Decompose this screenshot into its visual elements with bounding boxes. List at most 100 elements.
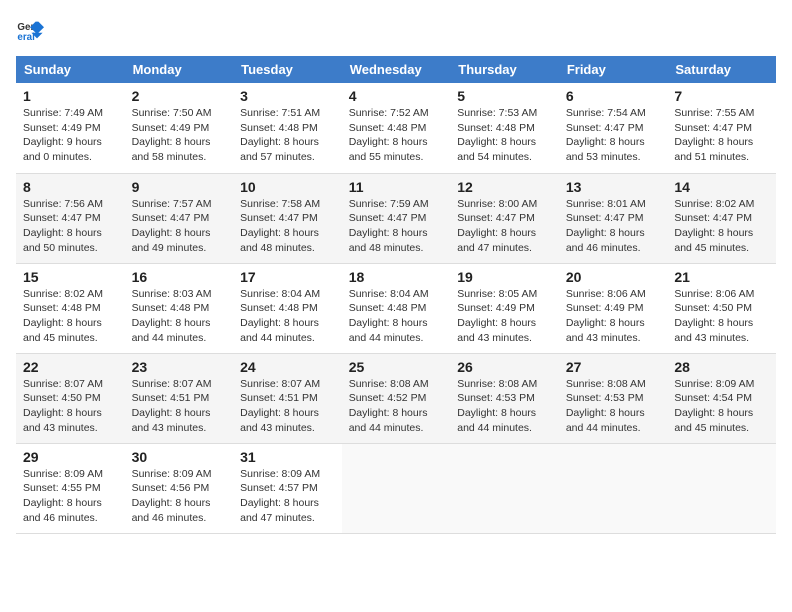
calendar-cell: 1 Sunrise: 7:49 AMSunset: 4:49 PMDaylight…: [16, 83, 125, 173]
weekday-header-friday: Friday: [559, 56, 668, 83]
weekday-header-row: SundayMondayTuesdayWednesdayThursdayFrid…: [16, 56, 776, 83]
cell-details: Sunrise: 8:07 AMSunset: 4:51 PMDaylight:…: [132, 377, 227, 436]
cell-details: Sunrise: 7:50 AMSunset: 4:49 PMDaylight:…: [132, 106, 227, 165]
cell-details: Sunrise: 8:06 AMSunset: 4:49 PMDaylight:…: [566, 287, 661, 346]
day-number: 20: [566, 269, 661, 285]
weekday-header-monday: Monday: [125, 56, 234, 83]
weekday-header-wednesday: Wednesday: [342, 56, 451, 83]
calendar-cell: [559, 443, 668, 533]
calendar-cell: 27 Sunrise: 8:08 AMSunset: 4:53 PMDayligh…: [559, 353, 668, 443]
calendar-cell: 29Sunrise: 8:09 AMSunset: 4:55 PMDayligh…: [16, 443, 125, 533]
cell-details: Sunrise: 7:52 AMSunset: 4:48 PMDaylight:…: [349, 106, 444, 165]
calendar-cell: 10 Sunrise: 7:58 AMSunset: 4:47 PMDayligh…: [233, 173, 342, 263]
day-number: 7: [674, 88, 769, 104]
day-number: 3: [240, 88, 335, 104]
calendar-week-4: 22 Sunrise: 8:07 AMSunset: 4:50 PMDayligh…: [16, 353, 776, 443]
calendar-cell: 17Sunrise: 8:04 AMSunset: 4:48 PMDayligh…: [233, 263, 342, 353]
day-number: 29: [23, 449, 118, 465]
calendar-cell: 6Sunrise: 7:54 AMSunset: 4:47 PMDaylight…: [559, 83, 668, 173]
calendar-cell: 8 Sunrise: 7:56 AMSunset: 4:47 PMDaylight…: [16, 173, 125, 263]
calendar-cell: 13Sunrise: 8:01 AMSunset: 4:47 PMDayligh…: [559, 173, 668, 263]
calendar-cell: [342, 443, 451, 533]
cell-details: Sunrise: 8:08 AMSunset: 4:53 PMDaylight:…: [457, 377, 552, 436]
calendar-week-3: 15 Sunrise: 8:02 AMSunset: 4:48 PMDayligh…: [16, 263, 776, 353]
cell-details: Sunrise: 8:02 AMSunset: 4:47 PMDaylight:…: [674, 197, 769, 256]
day-number: 23: [132, 359, 227, 375]
calendar-cell: 25 Sunrise: 8:08 AMSunset: 4:52 PMDayligh…: [342, 353, 451, 443]
day-number: 31: [240, 449, 335, 465]
cell-details: Sunrise: 7:49 AMSunset: 4:49 PMDaylight:…: [23, 106, 118, 165]
cell-details: Sunrise: 7:53 AMSunset: 4:48 PMDaylight:…: [457, 106, 552, 165]
calendar-cell: 9 Sunrise: 7:57 AMSunset: 4:47 PMDaylight…: [125, 173, 234, 263]
calendar-cell: 15 Sunrise: 8:02 AMSunset: 4:48 PMDayligh…: [16, 263, 125, 353]
day-number: 30: [132, 449, 227, 465]
calendar-cell: 22 Sunrise: 8:07 AMSunset: 4:50 PMDayligh…: [16, 353, 125, 443]
day-number: 6: [566, 88, 661, 104]
cell-details: Sunrise: 8:09 AMSunset: 4:54 PMDaylight:…: [674, 377, 769, 436]
weekday-header-saturday: Saturday: [667, 56, 776, 83]
cell-details: Sunrise: 8:01 AMSunset: 4:47 PMDaylight:…: [566, 197, 661, 256]
day-number: 9: [132, 179, 227, 195]
cell-details: Sunrise: 8:05 AMSunset: 4:49 PMDaylight:…: [457, 287, 552, 346]
day-number: 24: [240, 359, 335, 375]
cell-details: Sunrise: 7:58 AMSunset: 4:47 PMDaylight:…: [240, 197, 335, 256]
cell-details: Sunrise: 7:59 AMSunset: 4:47 PMDaylight:…: [349, 197, 444, 256]
calendar-week-5: 29Sunrise: 8:09 AMSunset: 4:55 PMDayligh…: [16, 443, 776, 533]
day-number: 19: [457, 269, 552, 285]
cell-details: Sunrise: 8:00 AMSunset: 4:47 PMDaylight:…: [457, 197, 552, 256]
calendar-cell: 16 Sunrise: 8:03 AMSunset: 4:48 PMDayligh…: [125, 263, 234, 353]
day-number: 25: [349, 359, 444, 375]
cell-details: Sunrise: 8:07 AMSunset: 4:50 PMDaylight:…: [23, 377, 118, 436]
cell-details: Sunrise: 7:57 AMSunset: 4:47 PMDaylight:…: [132, 197, 227, 256]
day-number: 1: [23, 88, 118, 104]
day-number: 18: [349, 269, 444, 285]
cell-details: Sunrise: 8:09 AMSunset: 4:57 PMDaylight:…: [240, 467, 335, 526]
day-number: 27: [566, 359, 661, 375]
day-number: 8: [23, 179, 118, 195]
calendar-cell: [667, 443, 776, 533]
calendar-cell: 7 Sunrise: 7:55 AMSunset: 4:47 PMDaylight…: [667, 83, 776, 173]
day-number: 14: [674, 179, 769, 195]
day-number: 15: [23, 269, 118, 285]
logo: Gen eral: [16, 16, 48, 44]
day-number: 11: [349, 179, 444, 195]
cell-details: Sunrise: 8:02 AMSunset: 4:48 PMDaylight:…: [23, 287, 118, 346]
calendar-cell: 30 Sunrise: 8:09 AMSunset: 4:56 PMDayligh…: [125, 443, 234, 533]
cell-details: Sunrise: 7:56 AMSunset: 4:47 PMDaylight:…: [23, 197, 118, 256]
calendar-cell: 24 Sunrise: 8:07 AMSunset: 4:51 PMDayligh…: [233, 353, 342, 443]
cell-details: Sunrise: 7:55 AMSunset: 4:47 PMDaylight:…: [674, 106, 769, 165]
page-header: Gen eral: [16, 16, 776, 44]
day-number: 5: [457, 88, 552, 104]
weekday-header-tuesday: Tuesday: [233, 56, 342, 83]
cell-details: Sunrise: 7:51 AMSunset: 4:48 PMDaylight:…: [240, 106, 335, 165]
cell-details: Sunrise: 8:09 AMSunset: 4:56 PMDaylight:…: [132, 467, 227, 526]
day-number: 4: [349, 88, 444, 104]
day-number: 21: [674, 269, 769, 285]
calendar-cell: 18Sunrise: 8:04 AMSunset: 4:48 PMDayligh…: [342, 263, 451, 353]
calendar-cell: 2 Sunrise: 7:50 AMSunset: 4:49 PMDaylight…: [125, 83, 234, 173]
cell-details: Sunrise: 8:08 AMSunset: 4:52 PMDaylight:…: [349, 377, 444, 436]
calendar-table: SundayMondayTuesdayWednesdayThursdayFrid…: [16, 56, 776, 534]
calendar-cell: 23 Sunrise: 8:07 AMSunset: 4:51 PMDayligh…: [125, 353, 234, 443]
calendar-cell: 3 Sunrise: 7:51 AMSunset: 4:48 PMDaylight…: [233, 83, 342, 173]
calendar-week-2: 8 Sunrise: 7:56 AMSunset: 4:47 PMDaylight…: [16, 173, 776, 263]
calendar-cell: 4 Sunrise: 7:52 AMSunset: 4:48 PMDaylight…: [342, 83, 451, 173]
weekday-header-sunday: Sunday: [16, 56, 125, 83]
day-number: 16: [132, 269, 227, 285]
day-number: 10: [240, 179, 335, 195]
day-number: 22: [23, 359, 118, 375]
day-number: 12: [457, 179, 552, 195]
calendar-cell: 28Sunrise: 8:09 AMSunset: 4:54 PMDayligh…: [667, 353, 776, 443]
cell-details: Sunrise: 8:08 AMSunset: 4:53 PMDaylight:…: [566, 377, 661, 436]
cell-details: Sunrise: 8:04 AMSunset: 4:48 PMDaylight:…: [240, 287, 335, 346]
cell-details: Sunrise: 8:03 AMSunset: 4:48 PMDaylight:…: [132, 287, 227, 346]
cell-details: Sunrise: 8:07 AMSunset: 4:51 PMDaylight:…: [240, 377, 335, 436]
calendar-cell: 26Sunrise: 8:08 AMSunset: 4:53 PMDayligh…: [450, 353, 559, 443]
calendar-cell: 20 Sunrise: 8:06 AMSunset: 4:49 PMDayligh…: [559, 263, 668, 353]
calendar-cell: 19 Sunrise: 8:05 AMSunset: 4:49 PMDayligh…: [450, 263, 559, 353]
calendar-cell: 12 Sunrise: 8:00 AMSunset: 4:47 PMDayligh…: [450, 173, 559, 263]
calendar-cell: 14 Sunrise: 8:02 AMSunset: 4:47 PMDayligh…: [667, 173, 776, 263]
day-number: 2: [132, 88, 227, 104]
calendar-cell: 21 Sunrise: 8:06 AMSunset: 4:50 PMDayligh…: [667, 263, 776, 353]
cell-details: Sunrise: 8:06 AMSunset: 4:50 PMDaylight:…: [674, 287, 769, 346]
